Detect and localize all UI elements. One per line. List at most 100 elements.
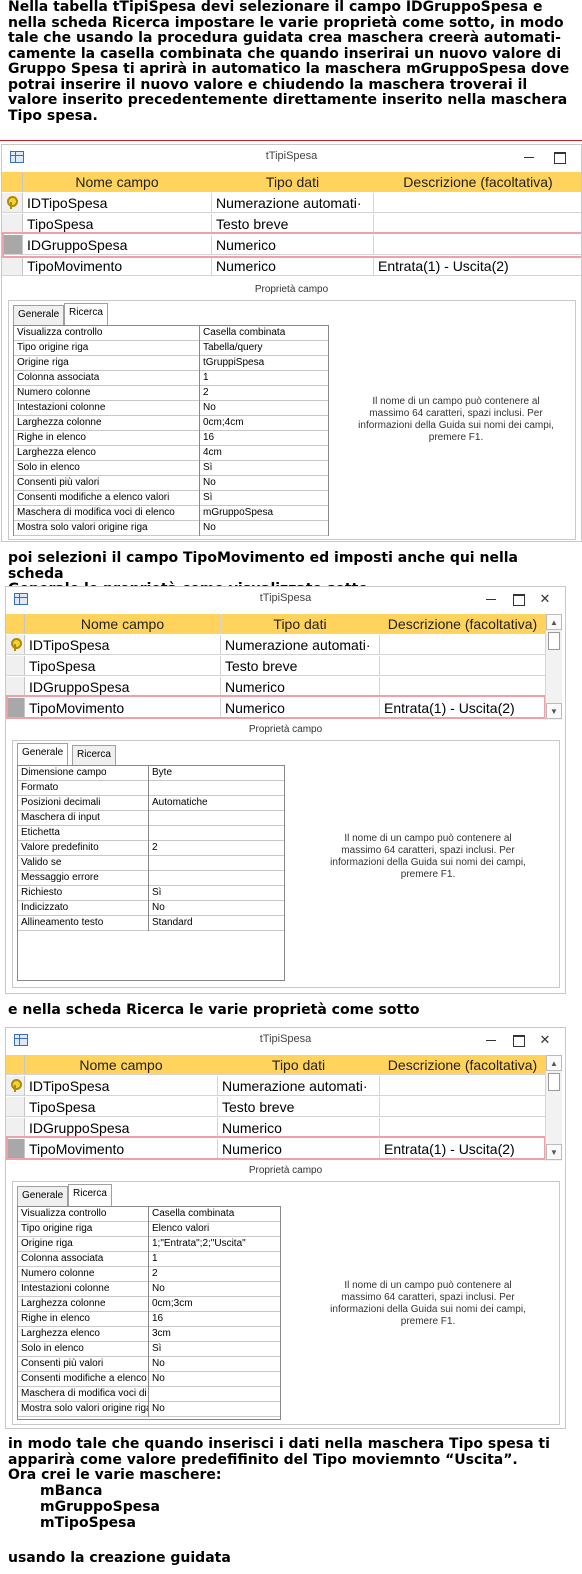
minimize-button[interactable]: [520, 148, 538, 166]
table-row[interactable]: IDTipoSpesa Numerazione automati·: [2, 193, 581, 213]
property-value[interactable]: Elenco valori: [149, 1222, 280, 1237]
property-value[interactable]: 3cm: [149, 1327, 280, 1342]
description-cell[interactable]: [380, 1097, 546, 1117]
table-row[interactable]: TipoSpesa Testo breve: [6, 656, 546, 676]
property-row[interactable]: Solo in elenco Sì: [14, 461, 328, 476]
property-value[interactable]: [149, 1387, 280, 1402]
property-value[interactable]: 16: [149, 1312, 280, 1327]
tab-lookup[interactable]: Ricerca: [72, 745, 116, 765]
property-row[interactable]: Mostra solo valori origine riga No: [18, 1402, 280, 1417]
data-type-cell[interactable]: Numerico: [212, 235, 374, 255]
property-value[interactable]: Sì: [200, 491, 328, 506]
property-value[interactable]: [149, 871, 284, 886]
table-row[interactable]: IDTipoSpesa Numerazione automati·: [6, 635, 546, 655]
description-cell[interactable]: [374, 214, 581, 234]
scroll-thumb[interactable]: [548, 1073, 560, 1091]
table-row[interactable]: IDGruppoSpesa Numerico: [6, 1118, 546, 1138]
row-selector[interactable]: [2, 235, 23, 255]
tab-lookup[interactable]: Ricerca: [64, 303, 108, 325]
data-type-cell[interactable]: Numerico: [218, 1139, 380, 1159]
description-cell[interactable]: [374, 193, 581, 213]
data-type-cell[interactable]: Testo breve: [221, 656, 380, 676]
property-value[interactable]: No: [200, 401, 328, 416]
field-name-cell[interactable]: TipoMovimento: [25, 698, 221, 718]
data-type-cell[interactable]: Numerico: [218, 1118, 380, 1138]
property-value[interactable]: [149, 811, 284, 826]
property-value[interactable]: [149, 781, 284, 796]
maximize-button[interactable]: [550, 148, 568, 166]
description-cell[interactable]: [380, 635, 546, 655]
tab-general[interactable]: Generale: [13, 305, 65, 325]
description-cell[interactable]: [374, 235, 581, 255]
property-row[interactable]: Maschera di modifica voci di elenco: [18, 1387, 280, 1402]
property-value[interactable]: Tabella/query: [200, 341, 328, 356]
column-header-field[interactable]: Nome campo: [23, 172, 212, 192]
property-value[interactable]: 0cm;4cm: [200, 416, 328, 431]
property-row[interactable]: Consenti più valori No: [18, 1357, 280, 1372]
property-value[interactable]: 2: [149, 1267, 280, 1282]
scroll-up-arrow[interactable]: ▲: [546, 614, 562, 630]
property-row[interactable]: Valore predefinito 2: [18, 841, 284, 856]
property-row[interactable]: Larghezza colonne 0cm;3cm: [18, 1297, 280, 1312]
data-type-cell[interactable]: Numerazione automati·: [218, 1076, 380, 1096]
property-row[interactable]: Maschera di input: [18, 811, 284, 826]
table-row[interactable]: TipoSpesa Testo breve: [2, 214, 581, 234]
property-value[interactable]: tGruppiSpesa: [200, 356, 328, 371]
table-row[interactable]: IDGruppoSpesa Numerico: [6, 677, 546, 697]
property-row[interactable]: Posizioni decimali Automatiche: [18, 796, 284, 811]
property-row[interactable]: Solo in elenco Sì: [18, 1342, 280, 1357]
property-row[interactable]: Richiesto Sì: [18, 886, 284, 901]
minimize-button[interactable]: [482, 590, 500, 608]
row-selector[interactable]: [2, 214, 23, 234]
description-cell[interactable]: Entrata(1) - Uscita(2): [380, 1139, 546, 1159]
row-selector[interactable]: [6, 677, 25, 697]
data-type-cell[interactable]: Numerico: [212, 256, 374, 276]
data-type-cell[interactable]: Numerico: [221, 698, 380, 718]
column-header-field[interactable]: Nome campo: [25, 1055, 218, 1075]
row-selector[interactable]: [6, 1139, 25, 1159]
property-row[interactable]: Dimensione campo Byte: [18, 766, 284, 781]
property-row[interactable]: Colonna associata 1: [18, 1252, 280, 1267]
property-value[interactable]: Sì: [149, 1342, 280, 1357]
row-selector[interactable]: [6, 1097, 25, 1117]
description-cell[interactable]: [380, 1076, 546, 1096]
vertical-scrollbar[interactable]: ▲ ▼: [545, 1055, 562, 1161]
data-type-cell[interactable]: Numerico: [221, 677, 380, 697]
scroll-down-arrow[interactable]: ▼: [546, 1144, 562, 1160]
maximize-button[interactable]: [509, 590, 527, 608]
column-header-desc[interactable]: Descrizione (facoltativa): [380, 614, 546, 634]
property-value[interactable]: mGruppoSpesa: [200, 506, 328, 521]
property-value[interactable]: 1: [200, 371, 328, 386]
property-row[interactable]: Formato: [18, 781, 284, 796]
property-value[interactable]: 2: [149, 841, 284, 856]
column-header-type[interactable]: Tipo dati: [218, 1055, 380, 1075]
property-row[interactable]: Larghezza colonne 0cm;4cm: [14, 416, 328, 431]
table-row[interactable]: TipoMovimento Numerico Entrata(1) - Usci…: [6, 698, 546, 718]
property-row[interactable]: Indicizzato No: [18, 901, 284, 916]
property-value[interactable]: No: [149, 1282, 280, 1297]
data-type-cell[interactable]: Numerazione automati·: [221, 635, 380, 655]
property-value[interactable]: 0cm;3cm: [149, 1297, 280, 1312]
property-value[interactable]: No: [149, 1357, 280, 1372]
property-row[interactable]: Consenti più valori No: [14, 476, 328, 491]
field-name-cell[interactable]: IDTipoSpesa: [25, 635, 221, 655]
data-type-cell[interactable]: Testo breve: [218, 1097, 380, 1117]
table-row[interactable]: IDGruppoSpesa Numerico: [2, 235, 581, 255]
field-name-cell[interactable]: TipoMovimento: [25, 1139, 218, 1159]
property-row[interactable]: Larghezza elenco 4cm: [14, 446, 328, 461]
scroll-down-arrow[interactable]: ▼: [546, 703, 562, 719]
column-header-type[interactable]: Tipo dati: [221, 614, 380, 634]
field-name-cell[interactable]: IDGruppoSpesa: [25, 677, 221, 697]
property-row[interactable]: Numero colonne 2: [18, 1267, 280, 1282]
property-value[interactable]: Byte: [149, 766, 284, 781]
property-row[interactable]: Righe in elenco 16: [14, 431, 328, 446]
table-row[interactable]: IDTipoSpesa Numerazione automati·: [6, 1076, 546, 1096]
property-row[interactable]: Tipo origine riga Tabella/query: [14, 341, 328, 356]
field-name-cell[interactable]: IDGruppoSpesa: [25, 1118, 218, 1138]
property-value[interactable]: Sì: [200, 461, 328, 476]
property-row[interactable]: Messaggio errore: [18, 871, 284, 886]
property-value[interactable]: Standard: [149, 916, 284, 931]
row-selector[interactable]: [2, 256, 23, 276]
property-row[interactable]: Origine riga 1;"Entrata";2;"Uscita": [18, 1237, 280, 1252]
field-name-cell[interactable]: IDTipoSpesa: [23, 193, 212, 213]
